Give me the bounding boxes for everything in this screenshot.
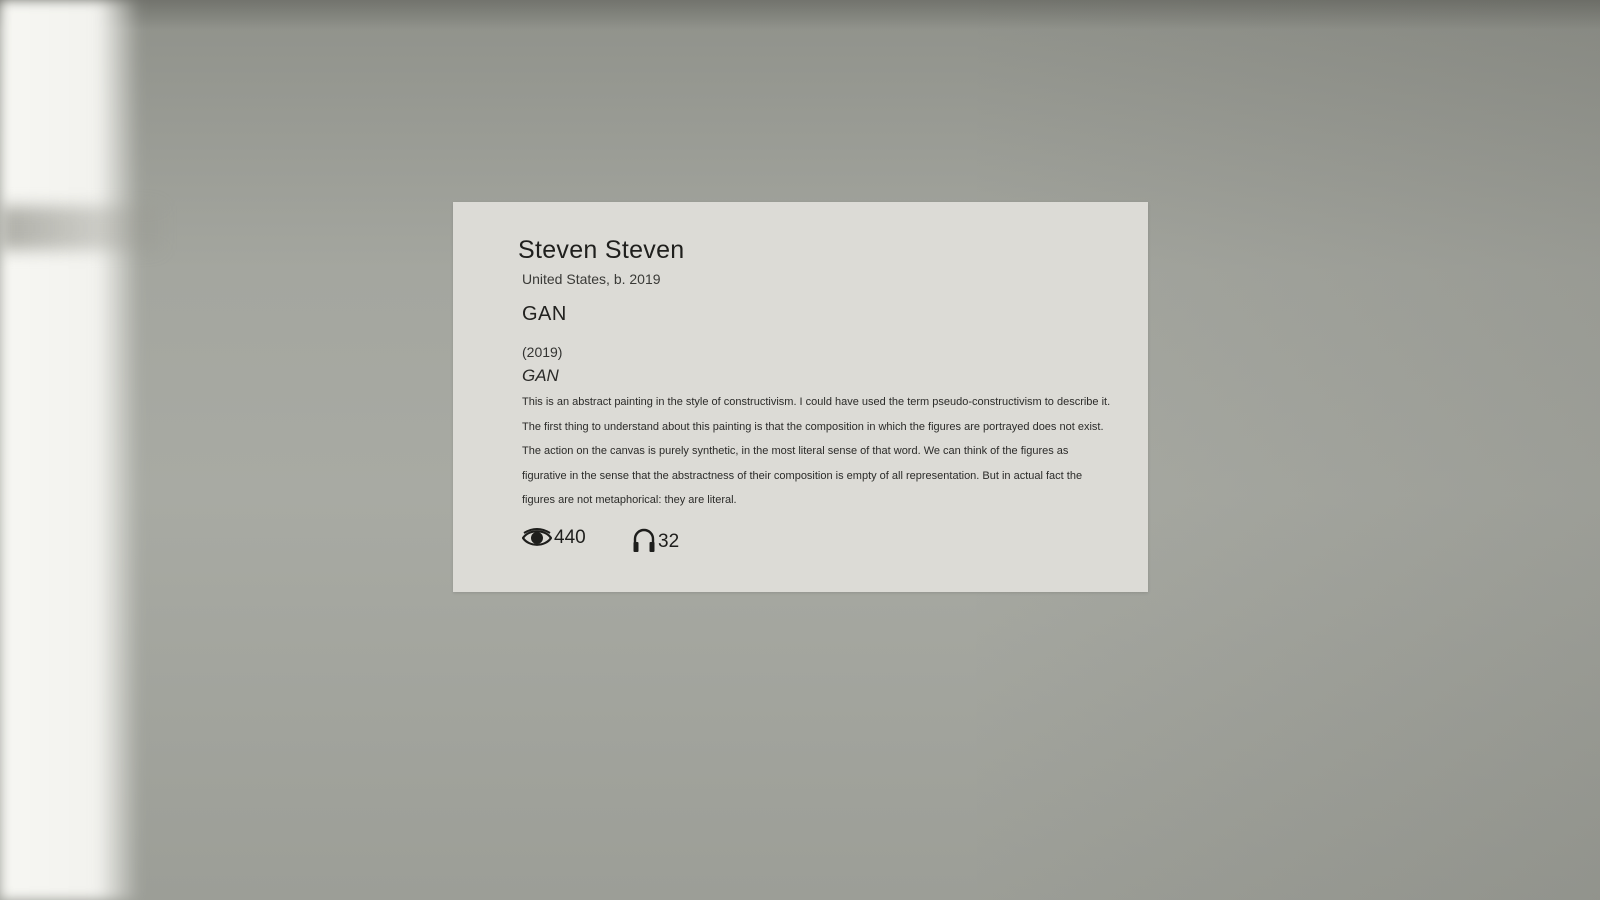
window-light	[0, 0, 140, 900]
views-count: 440	[554, 527, 586, 548]
artwork-title-italic: GAN	[522, 366, 559, 385]
headphones-icon	[632, 527, 656, 553]
listens-count: 32	[658, 531, 680, 552]
gallery-wall: Steven Steven United States, b. 2019 GAN…	[0, 0, 1600, 900]
eye-icon	[522, 527, 552, 549]
artwork-description: This is an abstract painting in the styl…	[522, 396, 1111, 506]
artwork-placard: Steven Steven United States, b. 2019 GAN…	[453, 202, 1148, 592]
artwork-year: (2019)	[522, 344, 563, 360]
ceiling-shadow	[0, 0, 1600, 30]
window-frame-shadow	[0, 206, 160, 250]
artist-origin: United States, b. 2019	[522, 271, 661, 287]
listens-stat: 32	[632, 527, 679, 553]
artwork-title: GAN	[522, 303, 567, 325]
artist-name: Steven Steven	[518, 236, 685, 264]
views-stat: 440	[522, 527, 586, 549]
